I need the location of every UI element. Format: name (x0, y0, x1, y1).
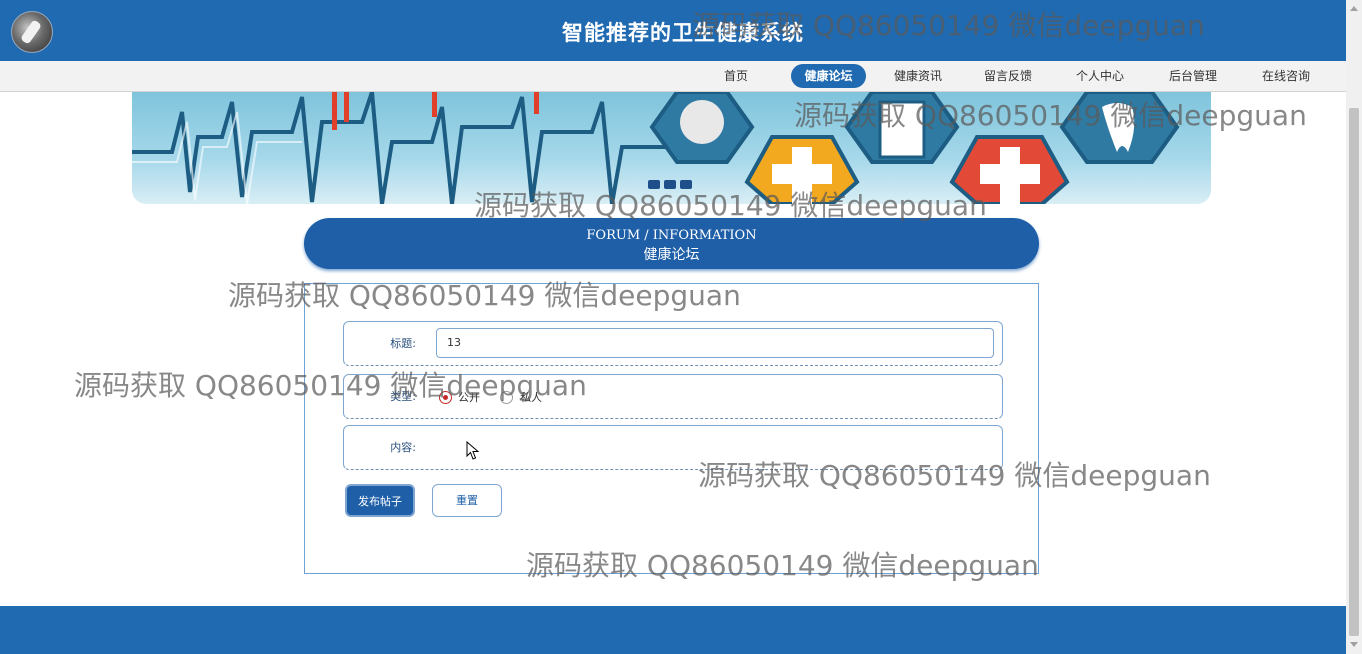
vertical-scrollbar[interactable] (1346, 0, 1362, 654)
type-public-label[interactable]: 公开 (458, 389, 480, 405)
section-title-en: FORUM / INFORMATION (586, 228, 757, 243)
post-form: 标题: 13 类型: 公开 私人 内容: 发布帖子 重置 (304, 283, 1039, 574)
title-label: 标题: (390, 337, 416, 350)
nav-item-profile[interactable]: 个人中心 (1070, 64, 1130, 88)
type-private-radio[interactable] (500, 391, 513, 404)
nav-item-health-news[interactable]: 健康资讯 (888, 64, 948, 88)
type-label: 类型: (390, 390, 416, 403)
content-editor[interactable] (436, 430, 996, 466)
nav-item-forum[interactable]: 健康论坛 (791, 64, 866, 88)
type-public-radio[interactable] (439, 391, 452, 404)
site-title: 智能推荐的卫生健康系统 (562, 21, 804, 45)
content-row: 内容: (343, 425, 1003, 470)
title-input[interactable]: 13 (436, 328, 994, 358)
reset-button[interactable]: 重置 (432, 484, 502, 517)
section-header: FORUM / INFORMATION 健康论坛 (304, 218, 1039, 269)
pagination-dot[interactable] (680, 180, 692, 189)
site-header: 智能推荐的卫生健康系统 (0, 0, 1346, 61)
nav-bar: 首页 健康论坛 健康资讯 留言反馈 个人中心 后台管理 在线咨询 (0, 61, 1346, 92)
nav-item-home[interactable]: 首页 (716, 64, 756, 88)
type-private-label[interactable]: 私人 (520, 389, 542, 405)
scrollbar-thumb[interactable] (1349, 108, 1359, 636)
site-footer (0, 606, 1346, 654)
nav-item-admin[interactable]: 后台管理 (1163, 64, 1223, 88)
banner-pagination (648, 180, 698, 190)
pagination-dot[interactable] (648, 180, 660, 189)
mouse-cursor-icon (466, 441, 480, 460)
scroll-up-arrow-icon[interactable] (1350, 6, 1358, 11)
scroll-down-arrow-icon[interactable] (1350, 642, 1358, 647)
title-row: 标题: 13 (343, 321, 1003, 366)
nav-item-online-consult[interactable]: 在线咨询 (1256, 64, 1316, 88)
content-label: 内容: (390, 441, 416, 454)
section-title-cn: 健康论坛 (643, 247, 700, 263)
nav-item-feedback[interactable]: 留言反馈 (978, 64, 1038, 88)
submit-post-button[interactable]: 发布帖子 (345, 484, 415, 517)
pagination-dot[interactable] (664, 180, 676, 189)
type-row: 类型: 公开 私人 (343, 374, 1003, 419)
